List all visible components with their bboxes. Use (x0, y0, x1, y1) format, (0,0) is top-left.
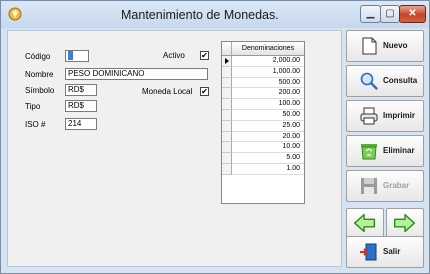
consulta-button[interactable]: Consulta (346, 65, 424, 97)
row-header[interactable] (222, 77, 232, 89)
close-button[interactable]: ✕ (399, 5, 426, 23)
denominations-grid[interactable]: Denominaciones 2,000.00 1,000.00 500.00 … (221, 41, 305, 204)
row-header[interactable] (222, 88, 232, 100)
denomination-cell[interactable]: 1.00 (232, 164, 304, 175)
salir-label: Salir (383, 247, 401, 256)
denominaciones-column-header[interactable]: Denominaciones (232, 42, 304, 55)
tipo-label: Tipo (25, 102, 41, 111)
row-header[interactable] (222, 66, 232, 78)
denomination-cell[interactable]: 500.00 (232, 78, 304, 89)
row-header[interactable] (222, 131, 232, 143)
denomination-cell[interactable]: 200.00 (232, 88, 304, 100)
table-row[interactable]: 1,000.00 (222, 66, 304, 78)
grabar-label: Grabar (383, 181, 410, 190)
activo-label: Activo (163, 51, 185, 60)
row-header[interactable] (222, 142, 232, 154)
grabar-button[interactable]: Grabar (346, 170, 424, 202)
eliminar-label: Eliminar (383, 146, 415, 155)
iso-label: ISO # (25, 120, 46, 129)
simbolo-field[interactable]: RD$ (65, 84, 97, 96)
denomination-cell[interactable]: 10.00 (232, 142, 304, 154)
exit-door-icon (360, 243, 377, 261)
tipo-field[interactable]: RD$ (65, 100, 97, 112)
eliminar-button[interactable]: Eliminar (346, 135, 424, 167)
minimize-button[interactable]: ▁ (360, 5, 381, 23)
table-row[interactable]: 2,000.00 (222, 56, 304, 67)
table-row[interactable]: 10.00 (222, 142, 304, 154)
table-row[interactable]: 25.00 (222, 120, 304, 132)
nombre-field[interactable]: PESO DOMINICANO (65, 68, 208, 80)
currency-maintenance-window: Mantenimiento de Monedas. ▁ ▢ ✕ Código A… (0, 0, 430, 274)
printer-icon (360, 107, 378, 125)
row-header[interactable] (222, 99, 232, 110)
grid-header: Denominaciones (222, 42, 304, 56)
maximize-button[interactable]: ▢ (380, 5, 400, 23)
action-sidebar: Nuevo Consulta Imprimir Eliminar Grabar … (346, 30, 424, 268)
moneda-local-checkbox[interactable]: ✔ (200, 87, 209, 96)
denomination-cell[interactable]: 5.00 (232, 153, 304, 164)
title-bar: Mantenimiento de Monedas. ▁ ▢ ✕ (1, 1, 429, 28)
imprimir-label: Imprimir (383, 111, 416, 120)
denomination-cell[interactable]: 25.00 (232, 121, 304, 132)
new-document-icon (362, 37, 377, 55)
nombre-label: Nombre (25, 70, 54, 79)
table-row[interactable]: 200.00 (222, 88, 304, 100)
row-header[interactable] (222, 120, 232, 132)
arrow-right-icon (393, 213, 416, 233)
text-cursor (68, 51, 73, 60)
grid-corner (222, 42, 232, 55)
table-row[interactable]: 1.00 (222, 164, 304, 175)
current-row-arrow-icon (225, 58, 229, 64)
table-row[interactable]: 5.00 (222, 153, 304, 164)
iso-field[interactable]: 214 (65, 118, 97, 130)
row-header[interactable] (222, 110, 232, 121)
imprimir-button[interactable]: Imprimir (346, 100, 424, 132)
window-controls: ▁ ▢ ✕ (360, 5, 426, 23)
table-row[interactable]: 100.00 (222, 99, 304, 110)
window-title: Mantenimiento de Monedas. (121, 8, 279, 22)
denomination-cell[interactable]: 20.00 (232, 132, 304, 143)
save-disk-icon (361, 178, 377, 194)
row-header[interactable] (222, 153, 232, 164)
row-header[interactable] (222, 164, 232, 175)
activo-checkbox[interactable]: ✔ (200, 51, 209, 60)
denomination-cell[interactable]: 100.00 (232, 99, 304, 110)
recycle-bin-icon (361, 144, 377, 160)
search-icon (360, 72, 378, 90)
simbolo-label: Símbolo (25, 86, 55, 95)
denomination-cell[interactable]: 50.00 (232, 110, 304, 121)
arrow-left-icon (353, 213, 376, 233)
denomination-cell[interactable]: 2,000.00 (232, 56, 304, 67)
table-row[interactable]: 50.00 (222, 110, 304, 121)
consulta-label: Consulta (383, 76, 418, 85)
table-row[interactable]: 20.00 (222, 131, 304, 143)
salir-button[interactable]: Salir (346, 236, 424, 268)
row-header[interactable] (222, 56, 232, 67)
codigo-label: Código (25, 52, 51, 61)
moneda-local-label: Moneda Local (142, 87, 193, 96)
codigo-field[interactable] (65, 50, 89, 62)
table-row[interactable]: 500.00 (222, 77, 304, 89)
nuevo-label: Nuevo (383, 41, 408, 50)
nuevo-button[interactable]: Nuevo (346, 30, 424, 62)
denomination-cell[interactable]: 1,000.00 (232, 67, 304, 78)
app-icon (8, 7, 22, 21)
